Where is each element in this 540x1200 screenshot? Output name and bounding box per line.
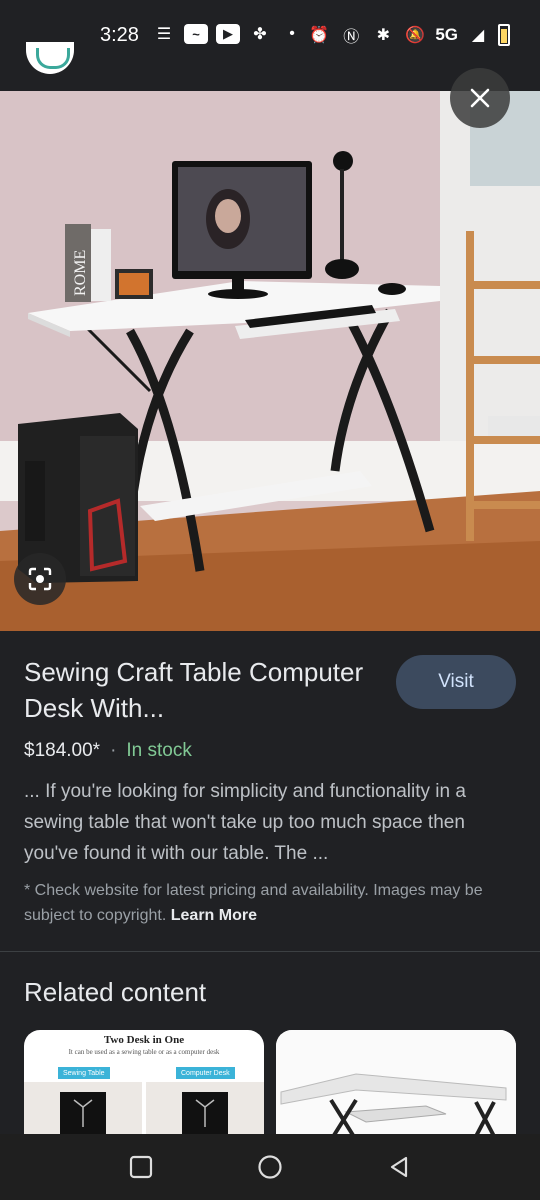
lens-button[interactable] bbox=[14, 553, 66, 605]
battery-icon bbox=[498, 24, 510, 46]
card-title: Two Desk in One bbox=[103, 1034, 185, 1046]
system-icons: ⏰ Ⓝ ✱ 🔕 5G ◢ bbox=[307, 24, 510, 46]
list-notification-icon: ☰ bbox=[156, 26, 172, 43]
product-image[interactable]: ROME bbox=[0, 91, 540, 631]
learn-more-link[interactable]: Learn More bbox=[171, 907, 257, 924]
related-heading: Related content bbox=[24, 977, 207, 1007]
card-panel-left bbox=[24, 1082, 142, 1140]
pinwheel-icon: ✤ bbox=[253, 26, 267, 43]
navigation-bar bbox=[0, 1134, 540, 1200]
card-tag-sewing: Sewing Table bbox=[58, 1067, 110, 1079]
notification-icons: ☰ ~ ▶ ✤ • bbox=[152, 24, 304, 44]
back-icon bbox=[390, 1156, 408, 1178]
product-description: ... If you're looking for simplicity and… bbox=[24, 781, 466, 864]
status-bar: 3:28 ☰ ~ ▶ ✤ • ⏰ Ⓝ ✱ 🔕 5G ◢ bbox=[0, 0, 540, 58]
price-row: $184.00* · In stock bbox=[24, 740, 192, 762]
divider bbox=[0, 951, 540, 952]
signal-icon: ◢ bbox=[471, 27, 485, 44]
status-time: 3:28 bbox=[100, 24, 139, 46]
close-icon bbox=[470, 88, 490, 108]
home-button[interactable] bbox=[255, 1152, 285, 1182]
recents-icon bbox=[129, 1155, 153, 1179]
disclaimer: * Check website for latest pricing and a… bbox=[24, 878, 516, 928]
app-notification-icon: ~ bbox=[184, 24, 208, 44]
card-tag-computer: Computer Desk bbox=[176, 1067, 235, 1079]
price-separator: · bbox=[110, 740, 117, 761]
desk-photo: ROME bbox=[0, 91, 540, 631]
stock-status: In stock bbox=[126, 740, 192, 761]
lens-icon bbox=[28, 567, 52, 591]
card-subtitle: It can be used as a sewing table or as a… bbox=[68, 1048, 220, 1056]
product-title[interactable]: Sewing Craft Table Computer Desk With... bbox=[24, 654, 364, 726]
mute-icon: 🔕 bbox=[405, 27, 426, 44]
site-logo bbox=[26, 42, 74, 74]
back-button[interactable] bbox=[384, 1152, 414, 1182]
close-button[interactable] bbox=[450, 68, 510, 128]
bluetooth-icon: ✱ bbox=[376, 27, 391, 44]
book-spine-text: ROME bbox=[72, 250, 89, 296]
deer-art-image bbox=[182, 1092, 228, 1140]
more-dot-icon: • bbox=[289, 25, 295, 42]
network-label: 5G bbox=[435, 25, 458, 44]
related-card[interactable] bbox=[276, 1030, 516, 1140]
deer-art-image bbox=[60, 1092, 106, 1140]
youtube-icon: ▶ bbox=[216, 24, 240, 44]
desk-thumbnail-image bbox=[276, 1030, 516, 1140]
card-panel-right bbox=[146, 1082, 264, 1140]
home-icon bbox=[258, 1155, 282, 1179]
recents-button[interactable] bbox=[126, 1152, 156, 1182]
alarm-icon: ⏰ bbox=[309, 27, 330, 44]
nfc-icon: Ⓝ bbox=[343, 29, 360, 46]
related-card[interactable]: Two Desk in One It can be used as a sewi… bbox=[24, 1030, 264, 1140]
price: $184.00* bbox=[24, 740, 101, 761]
visit-button[interactable]: Visit bbox=[396, 655, 516, 709]
